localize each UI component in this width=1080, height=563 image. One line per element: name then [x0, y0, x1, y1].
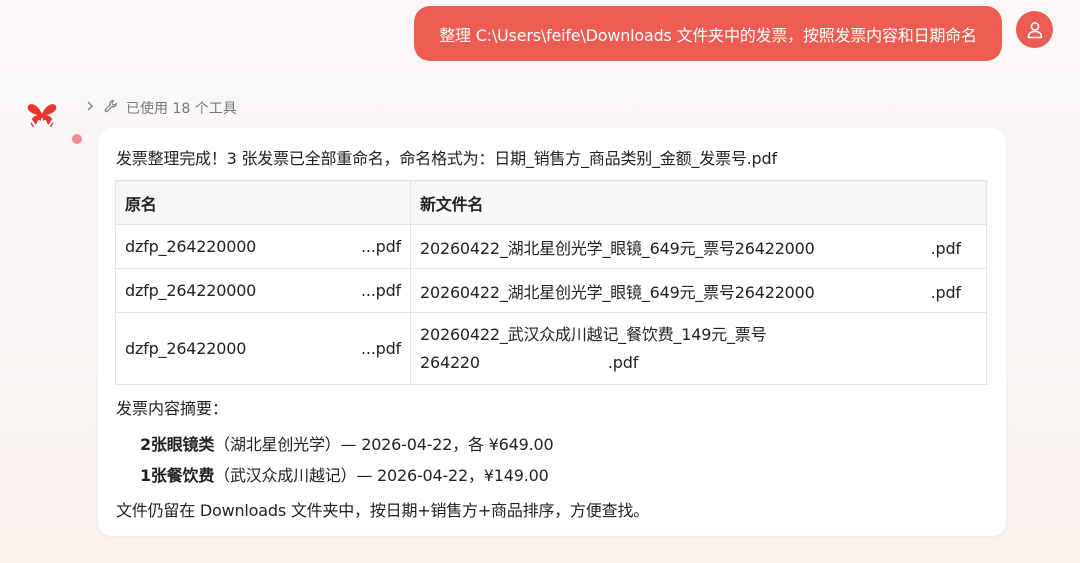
new-name-text: 20260422_湖北星创光学_眼镜_649元_票号26422000 [420, 238, 815, 258]
original-name-cell: dzfp_264220000 ...pdf [115, 268, 411, 313]
table-row: dzfp_264220000 ...pdf 20260422_湖北星创光学_眼镜… [115, 268, 987, 313]
table-row: dzfp_264220000 ...pdf 20260422_湖北星创光学_眼镜… [115, 224, 987, 269]
table-header-row: 原名 新文件名 [115, 180, 987, 225]
summary-item-detail: （湖北星创光学）— 2026-04-22，各 ¥649.00 [214, 435, 554, 454]
list-item: 2张眼镜类（湖北星创光学）— 2026-04-22，各 ¥649.00 [140, 431, 554, 462]
table-row: dzfp_26422000 ...pdf 20260422_武汉众成川越记_餐饮… [115, 312, 987, 385]
rename-table: 原名 新文件名 dzfp_264220000 ...pdf 20260422_湖… [115, 180, 987, 385]
original-name-cell: dzfp_264220000 ...pdf [115, 224, 411, 269]
original-name-suffix: ...pdf [360, 281, 401, 300]
header-original-name: 原名 [115, 180, 411, 225]
original-name-cell: dzfp_26422000 ...pdf [115, 312, 411, 385]
list-item: 1张餐饮费（武汉众成川越记）— 2026-04-22，¥149.00 [140, 462, 553, 493]
new-name-suffix: .pdf [930, 238, 961, 258]
original-name-prefix: dzfp_264220000 [125, 281, 257, 300]
new-name-suffix: .pdf [607, 352, 639, 372]
summary-list: 2张眼镜类（湖北星创光学）— 2026-04-22，各 ¥649.00 1张餐饮… [140, 431, 554, 493]
reply-footer-note: 文件仍留在 Downloads 文件夹中，按日期+销售方+商品排序，方便查找。 [116, 501, 650, 520]
new-name-text: 20260422_湖北星创光学_眼镜_649元_票号26422000 [420, 282, 815, 302]
status-dot [72, 134, 82, 144]
user-message-bubble: 整理 C:\Users\feife\Downloads 文件夹中的发票，按照发票… [414, 6, 1002, 61]
tools-used-toggle[interactable]: 已使用 18 个工具 [86, 98, 237, 118]
reply-intro: 发票整理完成！3 张发票已全部重命名，命名格式为：日期_销售方_商品类别_金额_… [116, 149, 777, 168]
new-name-suffix: .pdf [930, 282, 961, 302]
tools-used-label: 已使用 18 个工具 [126, 101, 237, 117]
user-icon [1027, 21, 1042, 38]
original-name-suffix: ...pdf [360, 237, 401, 256]
header-new-name: 新文件名 [410, 180, 987, 225]
summary-item-category: 1张餐饮费 [140, 466, 215, 485]
user-message-text: 整理 C:\Users\feife\Downloads 文件夹中的发票，按照发票… [439, 25, 977, 45]
new-name-cell: 20260422_湖北星创光学_眼镜_649元_票号26422000 .pdf [410, 224, 987, 269]
new-name-line2: 264220 [420, 352, 480, 372]
butterfly-logo-icon [27, 104, 57, 129]
original-name-prefix: dzfp_264220000 [125, 237, 257, 256]
summary-item-detail: （武汉众成川越记）— 2026-04-22，¥149.00 [214, 466, 549, 485]
original-name-prefix: dzfp_26422000 [125, 339, 247, 358]
summary-title: 发票内容摘要： [116, 399, 229, 418]
chevron-right-icon[interactable] [86, 100, 96, 116]
summary-item-category: 2张眼镜类 [140, 435, 215, 454]
user-avatar[interactable] [1016, 11, 1053, 48]
new-name-line1: 20260422_武汉众成川越记_餐饮费_149元_票号 [420, 324, 767, 344]
assistant-reply-card: 发票整理完成！3 张发票已全部重命名，命名格式为：日期_销售方_商品类别_金额_… [98, 128, 1006, 536]
new-name-cell: 20260422_湖北星创光学_眼镜_649元_票号26422000 .pdf [410, 268, 987, 313]
wrench-icon [104, 99, 118, 117]
original-name-suffix: ...pdf [360, 339, 401, 358]
new-name-cell: 20260422_武汉众成川越记_餐饮费_149元_票号 264220 .pdf [410, 312, 987, 385]
